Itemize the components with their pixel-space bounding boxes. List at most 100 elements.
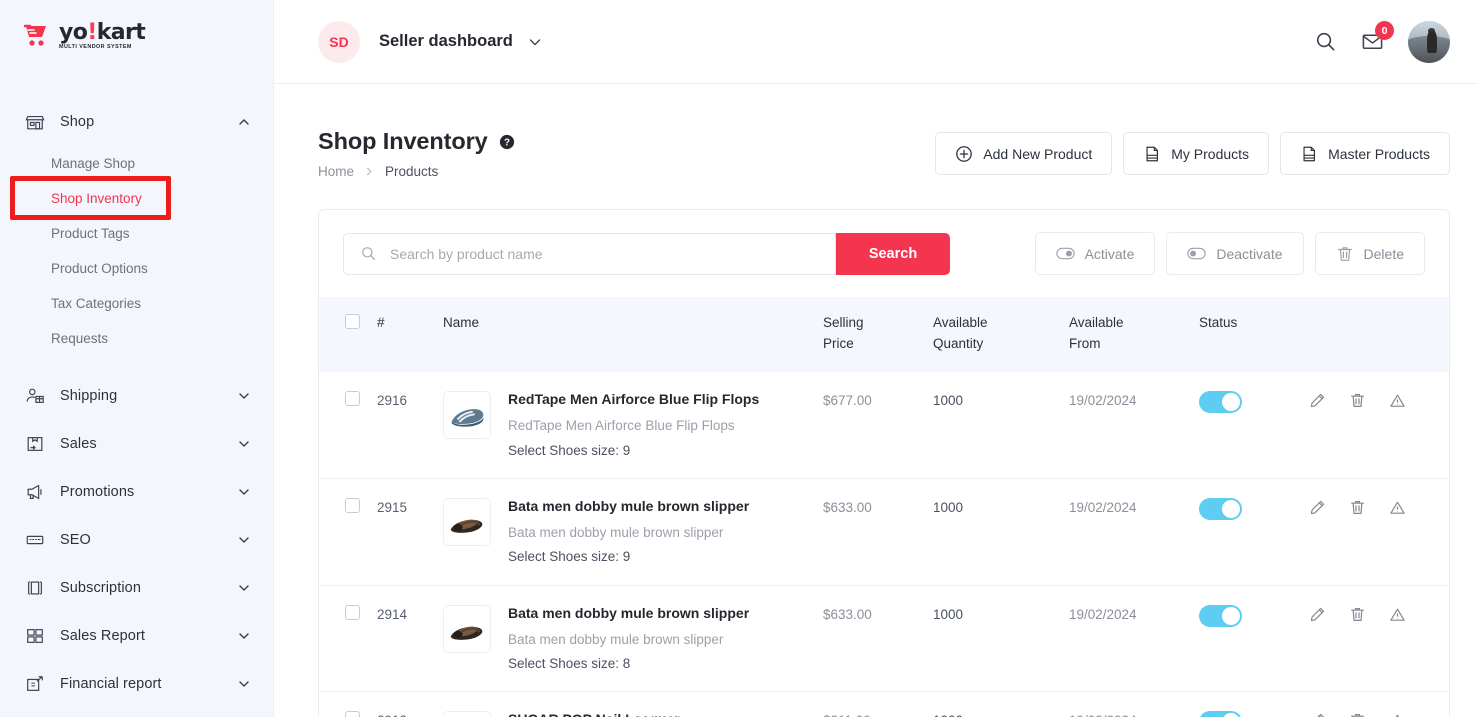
sidebar-item-product-options[interactable]: Product Options bbox=[0, 251, 273, 286]
deactivate-button[interactable]: Deactivate bbox=[1166, 232, 1304, 275]
col-available-quantity: Available Quantity bbox=[933, 297, 1069, 372]
sidebar-item-product-tags[interactable]: Product Tags bbox=[0, 216, 273, 251]
chevron-down-icon[interactable] bbox=[237, 533, 251, 547]
sidebar-group-promotions[interactable]: Promotions bbox=[0, 468, 273, 516]
sidebar-group-shop[interactable]: Shop bbox=[0, 98, 273, 146]
chevron-up-icon[interactable] bbox=[237, 115, 251, 129]
row-actions-cell bbox=[1309, 692, 1449, 717]
chevron-down-icon[interactable] bbox=[237, 485, 251, 499]
row-id-cell: 2916 bbox=[377, 371, 443, 479]
grid-report-icon bbox=[24, 625, 46, 647]
row-actions-cell bbox=[1309, 371, 1449, 479]
activate-button[interactable]: Activate bbox=[1034, 232, 1156, 275]
trash-icon[interactable] bbox=[1349, 392, 1366, 409]
pencil-icon[interactable] bbox=[1309, 712, 1326, 717]
chevron-down-icon[interactable] bbox=[237, 389, 251, 403]
envelope-icon[interactable]: 0 bbox=[1361, 21, 1394, 53]
document-icon bbox=[1300, 145, 1318, 163]
row-quantity-cell: 1000 bbox=[933, 371, 1069, 479]
sidebar-group-subscription[interactable]: Subscription bbox=[0, 564, 273, 612]
product-title: RedTape Men Airforce Blue Flip Flops bbox=[508, 390, 760, 407]
sidebar-group-shipping[interactable]: Shipping bbox=[0, 372, 273, 420]
breadcrumb-home[interactable]: Home bbox=[318, 164, 354, 179]
help-circle-icon[interactable]: ? bbox=[499, 134, 515, 150]
status-toggle[interactable] bbox=[1199, 390, 1242, 413]
row-actions-cell bbox=[1309, 585, 1449, 693]
table-row: 2914 Bata men dobby mule brown slipper B… bbox=[319, 585, 1449, 693]
search-icon[interactable] bbox=[1314, 30, 1337, 53]
add-new-product-button[interactable]: Add New Product bbox=[935, 132, 1113, 175]
chevron-down-icon[interactable] bbox=[237, 437, 251, 451]
select-all-checkbox[interactable] bbox=[345, 314, 360, 329]
mail-count-badge: 0 bbox=[1375, 21, 1394, 40]
sidebar: yo!kart MULTI VENDOR SYSTEM Shop Manage … bbox=[0, 0, 274, 717]
row-checkbox[interactable] bbox=[345, 604, 360, 620]
warning-triangle-icon[interactable] bbox=[1389, 606, 1406, 623]
trash-icon[interactable] bbox=[1349, 499, 1366, 516]
sidebar-item-requests[interactable]: Requests bbox=[0, 321, 273, 356]
pencil-icon[interactable] bbox=[1309, 606, 1326, 623]
product-thumbnail bbox=[443, 390, 491, 439]
row-select-cell bbox=[319, 692, 377, 717]
chevron-down-icon[interactable] bbox=[237, 629, 251, 643]
sidebar-item-shop-inventory[interactable]: Shop Inventory bbox=[0, 181, 273, 216]
sidebar-item-tax-categories[interactable]: Tax Categories bbox=[0, 286, 273, 321]
chevron-down-icon[interactable] bbox=[237, 677, 251, 691]
sidebar-group-label: SEO bbox=[60, 532, 91, 548]
row-available-from-cell: 19/02/2024 bbox=[1069, 371, 1199, 479]
sidebar-group-sales[interactable]: Sales bbox=[0, 420, 273, 468]
megaphone-icon bbox=[24, 481, 46, 503]
button-label: Master Products bbox=[1328, 145, 1430, 162]
search-input[interactable] bbox=[377, 233, 835, 274]
chevron-down-icon[interactable] bbox=[527, 34, 543, 50]
row-select-cell bbox=[319, 371, 377, 479]
status-toggle[interactable] bbox=[1199, 711, 1242, 717]
sidebar-group-financial-report[interactable]: Financial report bbox=[0, 660, 273, 708]
pencil-icon[interactable] bbox=[1309, 499, 1326, 516]
brand-logo[interactable]: yo!kart MULTI VENDOR SYSTEM bbox=[0, 0, 273, 84]
col-line2: From bbox=[1069, 335, 1101, 351]
product-thumbnail bbox=[443, 497, 491, 546]
trash-icon bbox=[1336, 245, 1354, 263]
warning-triangle-icon[interactable] bbox=[1389, 392, 1406, 409]
row-checkbox[interactable] bbox=[345, 711, 360, 717]
col-line2: Price bbox=[823, 335, 854, 351]
row-checkbox[interactable] bbox=[345, 390, 360, 406]
svg-text:?: ? bbox=[504, 137, 510, 148]
page-header-actions: Add New Product My Products Master Produ… bbox=[935, 128, 1450, 175]
search-button[interactable]: Search bbox=[836, 232, 950, 275]
sidebar-group-seo[interactable]: SEO bbox=[0, 516, 273, 564]
table-head: # Name Selling Price Available Quantity bbox=[319, 297, 1449, 372]
shopping-cart-icon bbox=[23, 23, 54, 49]
chevron-right-icon bbox=[364, 166, 375, 177]
inventory-table: # Name Selling Price Available Quantity bbox=[319, 297, 1449, 717]
sidebar-item-manage-shop[interactable]: Manage Shop bbox=[0, 146, 273, 181]
pencil-icon[interactable] bbox=[1309, 392, 1326, 409]
table-row: 2915 Bata men dobby mule brown slipper B… bbox=[319, 478, 1449, 586]
status-toggle[interactable] bbox=[1199, 604, 1242, 627]
row-status-cell bbox=[1199, 371, 1309, 479]
row-checkbox[interactable] bbox=[345, 497, 360, 513]
dashboard-initials-avatar: SD bbox=[318, 20, 360, 63]
row-price-cell: $633.00 bbox=[823, 478, 933, 586]
card-panel-icon bbox=[24, 577, 46, 599]
product-thumbnail bbox=[443, 604, 491, 653]
sidebar-group-sales-report[interactable]: Sales Report bbox=[0, 612, 273, 660]
table-row: 2916 RedTape Men Airforce Blue Flip Flop… bbox=[319, 371, 1449, 479]
sidebar-group-label: Shop bbox=[60, 114, 95, 130]
master-products-button[interactable]: Master Products bbox=[1280, 132, 1450, 175]
warning-triangle-icon[interactable] bbox=[1389, 712, 1406, 717]
trash-icon[interactable] bbox=[1349, 712, 1366, 717]
trash-icon[interactable] bbox=[1349, 606, 1366, 623]
warning-triangle-icon[interactable] bbox=[1389, 499, 1406, 516]
product-thumbnail bbox=[443, 711, 491, 717]
user-avatar[interactable] bbox=[1408, 20, 1450, 63]
table-body: 2916 RedTape Men Airforce Blue Flip Flop… bbox=[319, 371, 1449, 717]
row-quantity-cell: 1000 bbox=[933, 478, 1069, 586]
button-label: My Products bbox=[1171, 145, 1250, 162]
delete-button[interactable]: Delete bbox=[1314, 232, 1425, 275]
my-products-button[interactable]: My Products bbox=[1123, 132, 1270, 175]
chevron-down-icon[interactable] bbox=[237, 581, 251, 595]
status-toggle[interactable] bbox=[1199, 497, 1242, 520]
button-label: Add New Product bbox=[983, 145, 1093, 162]
